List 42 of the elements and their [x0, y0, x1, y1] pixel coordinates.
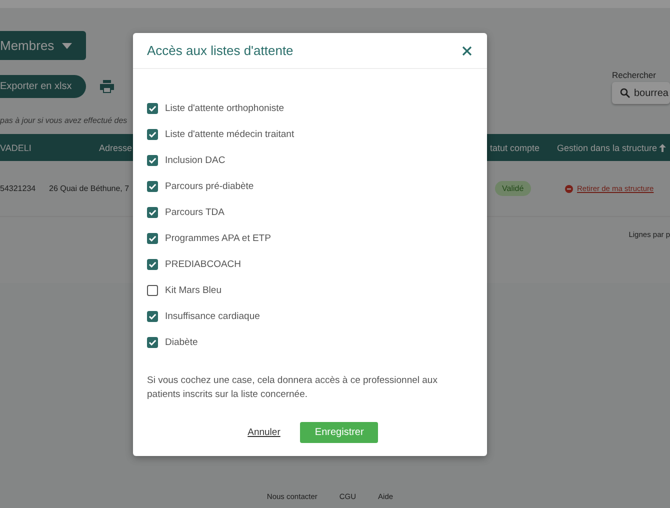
checkbox[interactable] [147, 310, 158, 322]
close-icon [461, 44, 473, 56]
checkbox-label[interactable]: Liste d'attente médecin traitant [165, 128, 294, 140]
close-button[interactable] [461, 44, 473, 56]
search-field[interactable]: bourrea [612, 82, 670, 104]
checkbox[interactable] [147, 258, 158, 270]
cancel-link[interactable]: Annuler [248, 427, 280, 438]
minus-circle-icon [565, 184, 573, 192]
checkbox-label[interactable]: Parcours pré-diabète [165, 180, 254, 192]
hint-text: Si vous cochez une case, cela donnera accès à ce professionnel aux patients inscrits sur la liste concernée. [147, 374, 438, 402]
caret-icon [62, 42, 72, 48]
search-label: Rechercher [612, 70, 657, 80]
checkbox[interactable] [147, 180, 158, 192]
checkbox[interactable] [147, 336, 158, 348]
printer-icon[interactable] [100, 80, 114, 93]
column-header[interactable]: Adresse [99, 142, 132, 152]
column-header[interactable]: VADELI [0, 142, 32, 152]
checkbox[interactable] [147, 206, 158, 218]
search-icon [620, 88, 630, 98]
checkbox[interactable] [147, 154, 158, 166]
column-header[interactable]: Gestion dans la structure [557, 142, 658, 152]
table-cell: 54321234 [0, 184, 36, 193]
checkbox-label[interactable]: Liste d'attente orthophoniste [165, 102, 284, 114]
checkbox-label[interactable]: Kit Mars Bleu [165, 284, 222, 296]
checkbox-label[interactable]: Insuffisance cardiaque [165, 310, 260, 322]
arrow-up-icon[interactable] [659, 144, 666, 152]
checkbox[interactable] [147, 128, 158, 140]
members-dropdown-button[interactable]: Membres [0, 31, 86, 60]
checkbox[interactable] [147, 102, 158, 114]
checkbox-label[interactable]: Parcours TDA [165, 206, 224, 218]
checkbox[interactable] [147, 232, 158, 244]
notice-text: pas à jour si vous avez effectué des [0, 116, 128, 125]
table-cell: 26 Quai de Béthune, 7 [49, 184, 130, 193]
export-button[interactable]: Exporter en xlsx [0, 75, 86, 98]
checkbox-label[interactable]: PREDIABCOACH [165, 258, 242, 270]
column-header[interactable]: tatut compte [490, 142, 540, 152]
checkbox-label[interactable]: Diabète [165, 336, 198, 348]
dialog-title: Accès aux listes d'attente [147, 43, 294, 58]
checkbox-label[interactable]: Inclusion DAC [165, 154, 226, 166]
status-badge: Validé [495, 181, 531, 196]
checkbox[interactable] [147, 284, 158, 296]
checkbox-label[interactable]: Programmes APA et ETP [165, 232, 271, 244]
